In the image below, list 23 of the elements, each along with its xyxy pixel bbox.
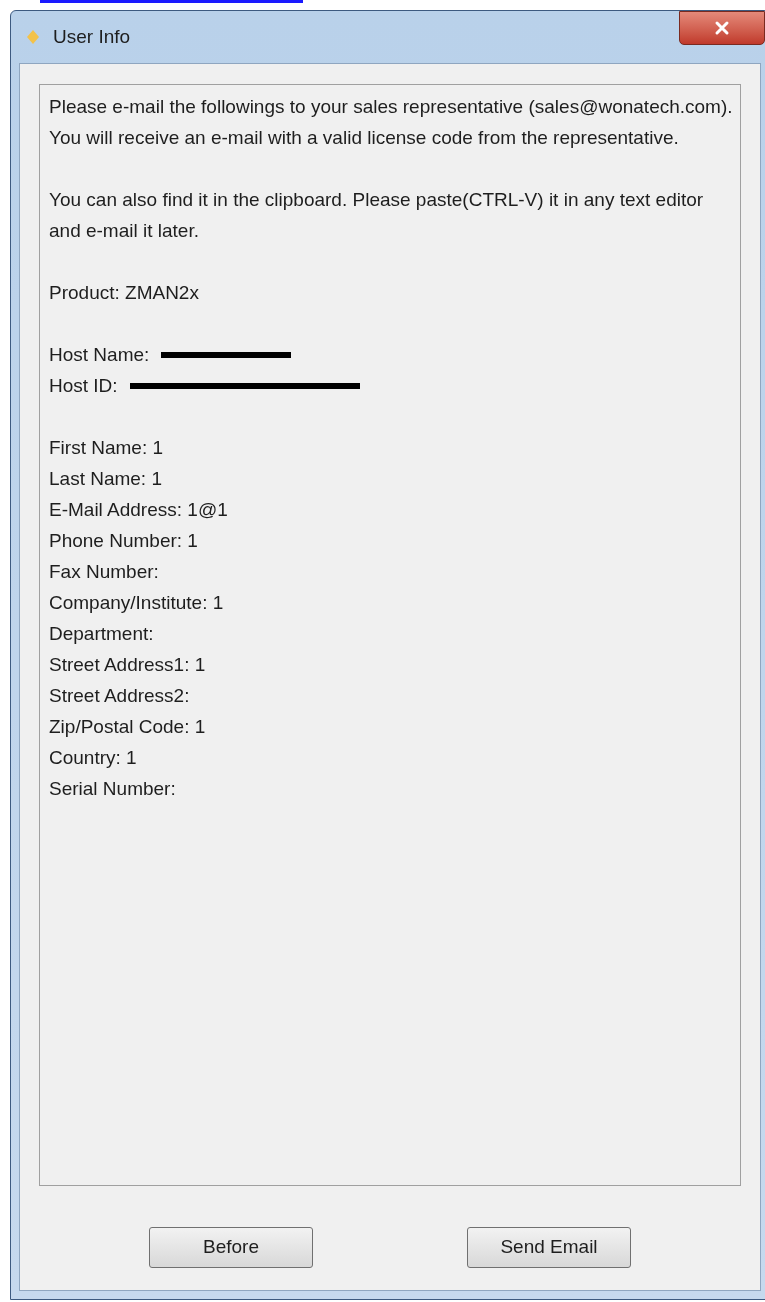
instruction-text: You can also find it in the clipboard. Please paste(CTRL-V) it in any text editor and e-mail it later.	[49, 188, 705, 243]
field-text: Last Name: 1	[49, 467, 163, 491]
field-text: Zip/Postal Code: 1	[49, 715, 207, 739]
app-icon	[25, 29, 41, 45]
field-text: Fax Number:	[49, 560, 160, 584]
close-icon	[714, 20, 730, 36]
field-text: Serial Number:	[49, 777, 177, 801]
host-label: Host ID:	[49, 374, 118, 398]
field-text: Company/Institute: 1	[49, 591, 225, 615]
dialog-button[interactable]: Before	[149, 1227, 313, 1268]
field-text: Phone Number: 1	[49, 529, 199, 553]
field-text: E-Mail Address: 1@1	[49, 498, 229, 522]
window-title: User Info	[53, 24, 131, 49]
close-button[interactable]	[679, 11, 765, 45]
field-text: Street Address2:	[49, 684, 191, 708]
dialog-button[interactable]: Send Email	[467, 1227, 631, 1268]
instruction-text: Please e-mail the followings to your sales representative (sales@wonatech.com). You will receive an e-mail with a valid license code from the representative.	[49, 95, 734, 150]
field-text: First Name: 1	[49, 436, 165, 460]
field-text: Country: 1	[49, 746, 138, 770]
product-text: Product: ZMAN2x	[49, 281, 200, 305]
field-text: Street Address1: 1	[49, 653, 207, 677]
field-text: Department:	[49, 622, 155, 646]
host-label: Host Name:	[49, 343, 150, 367]
